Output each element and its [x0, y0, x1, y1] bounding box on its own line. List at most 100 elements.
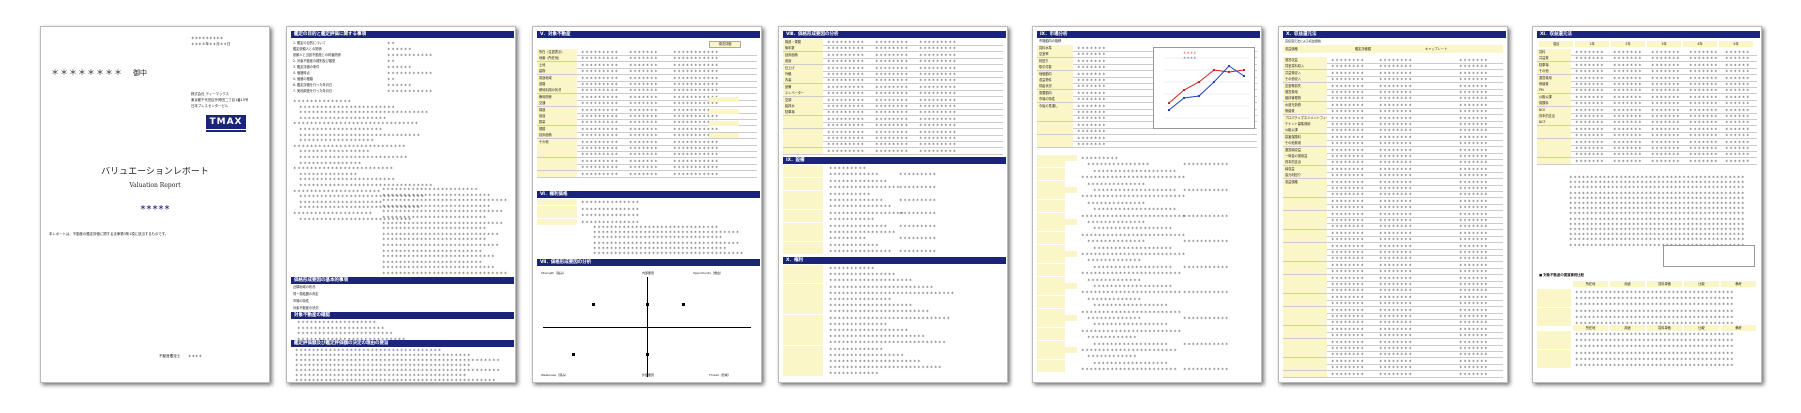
table-label-cell [1037, 225, 1065, 232]
table-label-cell [783, 209, 823, 216]
report-page-7[interactable]: Ⅺ．収益還元法 項目 1年 2年 3年 4年 5年 賃料 ＊＊＊＊＊＊＊ ＊＊＊＊＊＊＊ ＊＊＊＊＊… [1532, 26, 1762, 383]
masked-value: ＊＊＊＊＊＊＊＊＊＊＊＊＊＊＊＊＊＊＊＊＊＊＊＊＊＊＊＊＊＊＊＊＊＊＊＊＊＊ [1575, 332, 1735, 336]
table-label-cell [1537, 343, 1571, 350]
masked-value: ＊＊＊＊＊＊＊＊＊＊＊ [1183, 367, 1230, 372]
masked-value: ＊＊＊＊＊＊＊＊＊＊＊＊＊＊＊＊＊＊＊＊＊＊＊＊＊＊＊＊＊＊ [293, 121, 419, 126]
masked-value: ＊＊＊＊＊＊＊＊＊＊＊＊＊＊＊＊＊＊＊＊＊＊＊＊＊＊＊＊＊＊＊＊＊＊＊＊＊＊ [1575, 296, 1735, 301]
masked-value: ＊＊＊＊＊＊＊＊＊＊＊＊＊＊＊＊＊＊ [1093, 303, 1169, 308]
tmax-logo: TMAX [206, 115, 246, 129]
item-label: 鑑定依頼人との関係 [293, 47, 322, 51]
masked-value: ＊＊＊＊＊＊＊＊＊＊＊＊＊＊＊＊＊＊＊＊＊＊＊＊＊＊＊ [382, 265, 496, 270]
report-page-2[interactable]: 鑑定の目的と鑑定評価に関する事項 1. 鑑定の目的について ＊＊ 鑑定依頼人との関係 ＊… [286, 26, 516, 383]
masked-value: ＊＊＊＊＊＊＊＊＊ [829, 236, 867, 241]
comparison-header-cell: 賃料単価 [1647, 325, 1682, 331]
masked-value: ＊＊＊＊＊＊＊＊＊＊＊＊＊＊＊＊＊＊＊＊ [1093, 168, 1177, 173]
table-label-cell [1037, 206, 1065, 213]
masked-value: ＊＊＊＊＊＊＊＊＊＊＊＊ [1087, 335, 1138, 340]
masked-value: ＊＊＊＊＊＊＊＊＊＊＊ [1183, 316, 1230, 320]
axis-label-internal: 内部要因 [641, 271, 654, 275]
item-label: 依頼人と当該不動産との利害関係 [293, 53, 341, 57]
masked-value: ＊＊＊＊＊＊＊＊＊＊＊＊＊＊＊＊＊ [829, 185, 901, 190]
comparison-header-cell: 用途 [1610, 325, 1645, 331]
table-label-cell [1037, 199, 1065, 206]
data-point [1183, 89, 1185, 91]
masked-value: ＊＊＊＊＊＊＊＊＊＊＊＊＊＊＊＊＊＊＊＊＊＊＊＊＊＊＊＊＊＊＊＊＊＊＊＊＊＊ [1575, 314, 1735, 319]
data-point [1228, 71, 1230, 73]
masked-value: ＊＊＊＊＊＊＊＊＊＊＊＊＊＊＊＊＊＊＊＊＊＊＊＊＊＊ [299, 155, 409, 159]
summary-label: キャップレート [1425, 47, 1448, 51]
table-label-cell [783, 184, 823, 191]
masked-value: ＊＊＊＊＊＊＊＊＊＊＊ [1183, 264, 1230, 269]
table-label-cell [1037, 302, 1065, 309]
masked-value: ＊＊＊＊＊＊＊＊＊＊＊＊＊＊＊＊ [829, 230, 897, 234]
masked-value: ＊＊＊＊＊＊＊＊＊＊＊＊＊＊＊＊＊＊＊＊＊＊＊＊＊ [1081, 213, 1186, 218]
masked-value: ＊＊＊＊＊＊＊＊＊＊＊＊＊＊＊＊＊＊＊＊＊ [293, 188, 382, 193]
data-point [1243, 69, 1245, 71]
table-label-cell [1037, 238, 1065, 245]
table-label-cell [1037, 212, 1065, 219]
masked-value: ＊＊＊＊＊＊＊＊＊＊＊ [1183, 341, 1230, 346]
masked-value: ＊＊＊＊＊＊＊＊＊＊＊＊＊＊＊＊＊＊＊＊＊＊＊＊＊ [1081, 175, 1186, 180]
masked-value: ＊＊＊＊＊＊＊＊＊＊＊＊＊＊＊＊＊＊＊＊＊＊＊＊＊＊ [382, 192, 492, 197]
table-label-cell [1037, 359, 1065, 366]
axis-label-external: 外部要因 [641, 373, 654, 377]
masked-value: ＊＊＊＊＊＊＊＊＊＊＊＊＊＊＊＊＊＊＊＊ [829, 303, 913, 308]
comparison-header-cell: 備考 [1721, 281, 1756, 287]
table-label-cell [1037, 283, 1077, 289]
masked-value: ＊＊＊＊＊＊＊＊＊＊＊＊＊＊＊ [829, 204, 892, 209]
table-label-cell [1037, 257, 1065, 264]
masked-value: ＊＊＊＊＊＊＊＊＊＊＊＊＊＊＊＊＊＊＊＊＊＊＊＊＊ [1081, 232, 1186, 237]
masked-value: ＊＊＊＊＊＊＊＊＊＊＊＊＊＊ [581, 213, 640, 217]
masked-value: ＊＊＊＊＊＊＊＊＊＊＊＊＊＊＊＊＊＊＊＊＊＊＊＊＊＊＊＊＊＊＊＊＊＊＊＊＊＊ [1575, 350, 1735, 355]
table-label-cell [1537, 307, 1571, 314]
table-label-cell [1537, 320, 1571, 326]
masked-value: ＊＊＊＊＊＊＊＊＊＊＊＊＊＊＊＊＊＊＊＊＊＊＊＊＊ [382, 237, 487, 242]
table-label-cell [1037, 308, 1065, 315]
masked-value: ＊＊ [387, 77, 395, 81]
table-label-cell [1037, 263, 1065, 270]
masked-value: ＊＊＊＊＊＊＊＊＊＊＊＊＊ [1087, 296, 1142, 301]
series-line-blue [1168, 65, 1245, 111]
data-point [1228, 65, 1230, 67]
report-page-4[interactable]: Ⅷ．価格形成要因の分析 構造・規模 ＊＊＊＊＊＊＊＊＊ ＊＊＊＊＊＊＊＊ ＊＊＊＊＊＊＊… [778, 26, 1008, 383]
section-header-equipment: Ⅸ．設備 [783, 157, 1006, 164]
cover-page[interactable]: ＊＊＊＊＊＊＊＊＊ ＊＊＊＊年＊＊月＊＊日 ＊＊＊＊＊＊＊＊ 御中 株式会社 ティーマッ… [40, 26, 270, 383]
table-label-cell [783, 283, 823, 290]
masked-value: ＊＊＊＊＊＊＊＊＊＊＊＊＊＊＊＊＊＊＊＊＊＊＊＊＊ [382, 215, 487, 219]
report-page-5[interactable]: Ⅸ．市場分析 市場動向の推移 賃料水準 ＊＊＊＊＊＊＊ 空室率 ＊＊＊＊＊＊＊ 利回り ＊＊＊… [1032, 26, 1262, 383]
section-header-purpose: 鑑定の目的と鑑定評価に関する事項 [291, 31, 514, 38]
report-page-6[interactable]: Ⅹ．収益還元法 直接還元法による収益価格 収益価格 鑑定評価額 キャップレート 運営収益＊… [1278, 26, 1508, 383]
masked-value: ＊＊＊＊＊＊＊＊＊＊＊＊＊＊＊＊＊＊＊＊＊＊＊＊＊ [1081, 194, 1186, 199]
section-header-factors: 価格形成要因の基本的事項 [291, 277, 514, 284]
table-label-cell [783, 351, 823, 358]
masked-value: ＊＊＊＊＊＊＊＊＊＊＊＊＊＊＊＊＊＊＊＊ [1093, 188, 1177, 192]
masked-value: ＊＊＊＊＊＊＊＊＊＊＊＊＊＊＊＊＊＊＊＊＊＊＊＊ [293, 166, 394, 171]
masked-value: ＊＊＊＊＊＊＊＊＊＊＊＊＊ [1087, 316, 1142, 320]
section-header-swot: Ⅶ．価格形成要因の分析 [537, 259, 760, 266]
masked-value: ＊＊＊＊＊＊＊＊＊＊＊＊＊＊＊＊＊＊＊＊ [299, 127, 383, 131]
table-label-cell [1037, 321, 1065, 328]
masked-value: ＊＊＊＊＊＊＊＊＊ [899, 223, 937, 228]
swot-marker [646, 353, 649, 356]
table-label-cell [1037, 244, 1065, 251]
masked-value: ＊＊＊＊＊＊＊＊＊＊＊＊ [829, 371, 880, 376]
label-badge [709, 109, 739, 114]
table-label-cell [1037, 161, 1065, 168]
company-line: 日本プレスセンタービル [191, 104, 229, 108]
table-label-cell [1037, 193, 1065, 200]
report-page-3[interactable]: Ⅴ．対象不動産 現況評価 所在（住居表示） ＊＊＊＊＊＊＊＊＊ ＊＊＊＊＊＊＊ ＊＊＊＊＊… [532, 26, 762, 383]
masked-value: ＊＊＊＊＊＊＊＊＊ [899, 210, 937, 215]
item-label: 2. 対象不動産の種別及び類型 [293, 59, 336, 63]
comparison-header-cell: 賃料単価 [1647, 281, 1682, 287]
table-label-cell [537, 212, 577, 218]
masked-value: ＊＊＊＊＊＊＊＊＊＊＊＊＊ [1087, 258, 1142, 263]
masked-value: ＊＊＊＊＊＊＊＊＊＊＊＊＊＊＊＊＊＊ [299, 138, 375, 143]
masked-value: ＊＊＊＊＊＊＊＊＊＊＊ [387, 89, 434, 93]
recipient-name: ＊＊＊＊＊＊＊＊ [51, 68, 123, 77]
table-label-cell [783, 216, 823, 223]
comparison-header-cell: 用途 [1610, 281, 1645, 287]
section-header-property: Ⅴ．対象不動産 [537, 31, 760, 38]
masked-value: ＊＊＊＊＊＊＊＊＊＊＊＊＊＊＊＊＊＊＊＊＊＊＊ [297, 331, 394, 335]
table-label-cell [783, 296, 823, 302]
masked-value: ＊＊＊＊＊＊＊＊＊＊＊ [387, 53, 434, 57]
